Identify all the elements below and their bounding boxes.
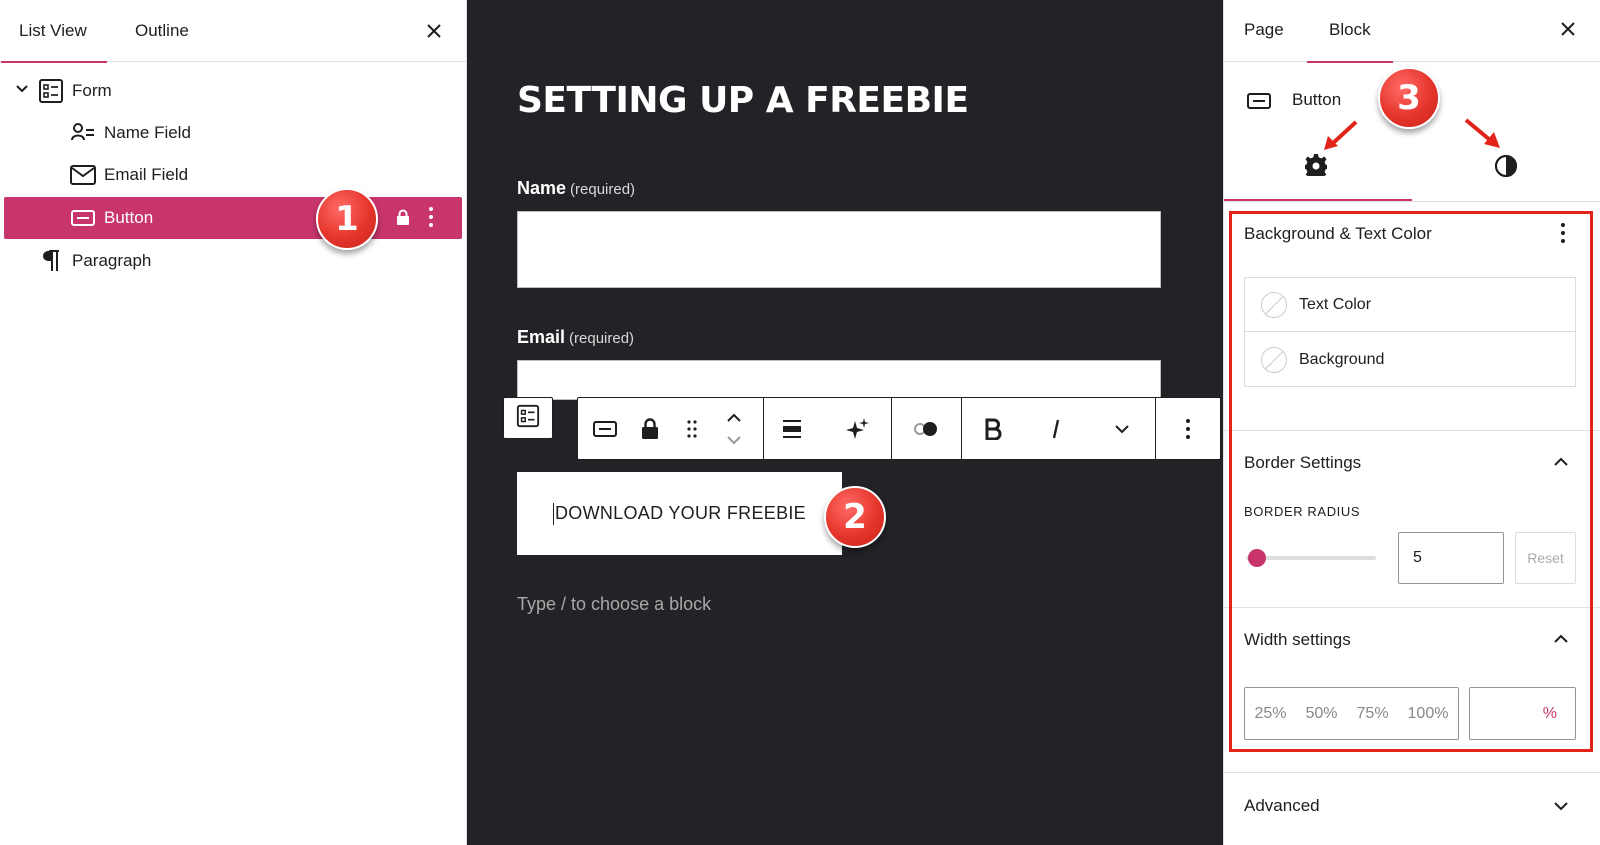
- lock-icon[interactable]: [396, 209, 410, 230]
- form-icon: [516, 404, 540, 433]
- list-item-label: Button: [104, 208, 154, 227]
- field-label: Name: [517, 178, 567, 198]
- callout-badge-1: 1: [316, 188, 378, 250]
- section-divider: [1224, 772, 1600, 773]
- width-preset-75[interactable]: 75%: [1357, 705, 1389, 723]
- reset-button[interactable]: Reset: [1515, 532, 1576, 584]
- tab-list-view[interactable]: List View: [1, 0, 107, 63]
- color-option-label: Text Color: [1299, 295, 1372, 313]
- chevron-down-icon[interactable]: [1551, 796, 1571, 816]
- chevron-up-icon[interactable]: [1551, 452, 1571, 472]
- chevron-down-icon[interactable]: [14, 81, 30, 102]
- section-title-colors: Background & Text Color: [1244, 224, 1432, 243]
- background-color-option[interactable]: Background: [1245, 333, 1575, 387]
- border-radius-label: BORDER RADIUS: [1244, 504, 1361, 519]
- chevron-up-icon[interactable]: [1551, 629, 1571, 649]
- button-icon: [1246, 88, 1272, 119]
- button-icon[interactable]: [582, 398, 628, 459]
- email-input[interactable]: [517, 360, 1161, 400]
- options-icon[interactable]: [428, 206, 434, 233]
- tab-block[interactable]: Block: [1307, 0, 1392, 63]
- name-label: Name (required): [517, 178, 635, 199]
- sparkles-icon[interactable]: [836, 398, 880, 459]
- form-icon: [38, 78, 64, 104]
- name-input[interactable]: [517, 211, 1161, 288]
- arrow-to-gear: [1324, 120, 1358, 150]
- field-label: Email: [517, 327, 566, 347]
- drag-handle-icon[interactable]: [672, 398, 712, 459]
- close-icon[interactable]: [420, 17, 448, 45]
- italic-icon[interactable]: [1034, 398, 1078, 459]
- toolbar-divider: [763, 398, 764, 459]
- width-preset-group: 25% 50% 75% 100%: [1244, 687, 1459, 740]
- list-item-label: Email Field: [104, 165, 189, 184]
- move-up-down-icon[interactable]: [712, 398, 756, 459]
- border-radius-slider-thumb[interactable]: [1248, 549, 1266, 567]
- toggle-icon[interactable]: [896, 398, 956, 459]
- empty-swatch-icon: [1261, 291, 1287, 318]
- list-item-label: Name Field: [104, 123, 191, 142]
- more-formatting-icon[interactable]: [1100, 398, 1144, 459]
- custom-width-input[interactable]: %: [1469, 687, 1576, 740]
- editor-app: List View Outline Form Name Field Email …: [0, 0, 1600, 845]
- width-preset-100[interactable]: 100%: [1408, 705, 1449, 723]
- list-item-form[interactable]: Form: [4, 70, 462, 112]
- list-item-label: Paragraph: [72, 251, 152, 270]
- callout-badge-3: 3: [1378, 67, 1440, 129]
- unit-label: %: [1542, 704, 1557, 722]
- section-title-border[interactable]: Border Settings: [1244, 453, 1361, 473]
- download-button[interactable]: DOWNLOAD YOUR FREEBIE: [517, 472, 842, 555]
- text-color-option[interactable]: Text Color: [1245, 278, 1575, 332]
- list-item-email-field[interactable]: Email Field: [4, 154, 462, 196]
- align-icon[interactable]: [770, 398, 814, 459]
- lock-icon[interactable]: [628, 398, 672, 459]
- callout-badge-2: 2: [824, 486, 886, 548]
- width-preset-50[interactable]: 50%: [1306, 705, 1338, 723]
- page-heading[interactable]: SETTING UP A FREEBIE: [517, 80, 969, 121]
- button-label: DOWNLOAD YOUR FREEBIE: [554, 503, 806, 523]
- section-title-width[interactable]: Width settings: [1244, 630, 1351, 650]
- required-hint: (required): [570, 181, 636, 198]
- section-divider: [1224, 607, 1600, 608]
- options-icon[interactable]: [1163, 398, 1213, 459]
- block-placeholder[interactable]: Type / to choose a block: [517, 594, 711, 615]
- list-item-button[interactable]: Button: [4, 197, 462, 239]
- close-icon[interactable]: [1554, 15, 1582, 43]
- styles-icon[interactable]: [1494, 154, 1518, 183]
- text-cursor: [552, 502, 554, 525]
- block-title: Button: [1292, 90, 1342, 109]
- color-options: Text Color Background: [1244, 277, 1576, 387]
- section-title-advanced[interactable]: Advanced: [1244, 796, 1320, 816]
- toolbar-divider: [1155, 398, 1156, 459]
- tab-outline[interactable]: Outline: [135, 0, 189, 62]
- bold-icon[interactable]: [971, 398, 1015, 459]
- button-icon: [70, 205, 96, 231]
- required-hint: (required): [569, 330, 635, 347]
- pilcrow-icon: [38, 248, 64, 274]
- email-label: Email (required): [517, 327, 634, 348]
- color-option-label: Background: [1299, 351, 1385, 368]
- block-toolbar: [577, 397, 1221, 460]
- list-item-label: Form: [72, 81, 112, 100]
- gear-icon[interactable]: [1304, 153, 1328, 182]
- empty-swatch-icon: [1261, 347, 1287, 373]
- settings-subtab-indicator: [1224, 199, 1412, 201]
- select-parent-button[interactable]: [503, 397, 553, 439]
- list-item-name-field[interactable]: Name Field: [4, 112, 462, 154]
- list-view-panel: List View Outline Form Name Field Email …: [0, 0, 467, 845]
- sidebar-tabs: Page Block: [1224, 0, 1600, 63]
- arrow-to-styles: [1464, 118, 1500, 148]
- width-preset-25[interactable]: 25%: [1254, 705, 1286, 723]
- tab-page[interactable]: Page: [1244, 0, 1284, 62]
- section-divider: [1224, 430, 1600, 431]
- list-item-paragraph[interactable]: Paragraph: [4, 240, 462, 282]
- list-view-tabs: List View Outline: [0, 0, 466, 63]
- toolbar-divider: [961, 398, 962, 459]
- toolbar-divider: [891, 398, 892, 459]
- envelope-icon: [70, 162, 96, 188]
- name-field-icon: [70, 120, 96, 146]
- border-radius-input[interactable]: 5: [1398, 532, 1504, 584]
- section-options-icon[interactable]: [1560, 222, 1566, 249]
